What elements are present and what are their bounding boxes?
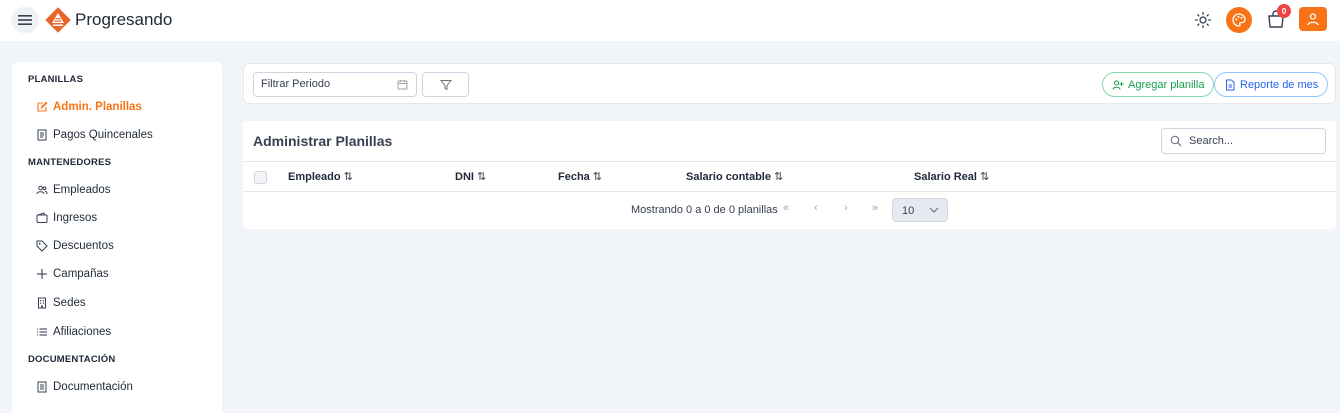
- brand-name: Progresando: [75, 10, 173, 29]
- building-icon: [38, 297, 46, 309]
- theme-toggle-icon[interactable]: [1194, 11, 1212, 29]
- sidebar-item-label: Descuentos: [53, 240, 114, 252]
- sidebar-item-empleados[interactable]: Empleados: [36, 184, 111, 196]
- column-header-fecha[interactable]: Fecha ⇅: [558, 170, 603, 184]
- hamburger-icon: [18, 15, 32, 25]
- sort-icon: ⇅: [592, 171, 603, 183]
- sort-icon: ⇅: [476, 171, 487, 183]
- sidebar-item-documentacion[interactable]: Documentación: [36, 381, 133, 393]
- filter-button[interactable]: [422, 72, 469, 97]
- column-label: Empleado: [288, 170, 341, 183]
- user-icon: [1307, 13, 1319, 26]
- file-report-icon: [1226, 79, 1235, 90]
- column-label: Salario Real: [914, 170, 977, 183]
- palette-button[interactable]: [1226, 7, 1252, 33]
- sidebar-item-sedes[interactable]: Sedes: [36, 297, 86, 309]
- add-planilla-label: Agregar planilla: [1128, 78, 1205, 91]
- user-menu-button[interactable]: [1299, 7, 1327, 31]
- sidebar-item-afiliaciones[interactable]: Afiliaciones: [36, 326, 111, 338]
- next-page-button[interactable]: ›: [844, 202, 848, 214]
- calendar-icon[interactable]: [397, 79, 408, 90]
- column-header-dni[interactable]: DNI ⇅: [455, 170, 487, 184]
- search-box[interactable]: [1161, 128, 1326, 154]
- sidebar-item-label: Admin. Planillas: [53, 101, 142, 113]
- pagination: Mostrando 0 a 0 de 0 planillas « ‹ › » 1…: [243, 198, 1336, 222]
- column-label: Fecha: [558, 170, 590, 183]
- edit-icon: [37, 101, 48, 112]
- last-page-button[interactable]: »: [872, 202, 878, 214]
- palette-icon: [1232, 13, 1246, 27]
- monthly-report-label: Reporte de mes: [1240, 78, 1319, 91]
- sidebar-item-label: Ingresos: [53, 212, 98, 224]
- sidebar: PLANILLAS Admin. Planillas Pagos Quincen…: [12, 62, 222, 413]
- receipt-icon: [37, 129, 47, 141]
- column-header-salario-real[interactable]: Salario Real ⇅: [914, 170, 990, 184]
- logo-icon: [45, 7, 71, 33]
- chevron-down-icon: [929, 207, 939, 213]
- sidebar-section-planillas: PLANILLAS: [28, 74, 84, 85]
- sidebar-item-label: Documentación: [53, 381, 133, 393]
- sidebar-section-mantenedores: MANTENEDORES: [28, 157, 112, 168]
- top-bar: Progresando 0: [0, 0, 1340, 41]
- sidebar-item-campanas[interactable]: Campañas: [36, 268, 109, 280]
- sidebar-item-ingresos[interactable]: Ingresos: [36, 212, 97, 224]
- column-label: Salario contable: [686, 170, 771, 183]
- period-filter[interactable]: [253, 72, 417, 97]
- add-planilla-button[interactable]: Agregar planilla: [1102, 72, 1215, 97]
- search-input[interactable]: [1189, 135, 1319, 147]
- first-page-button[interactable]: «: [783, 202, 789, 214]
- sidebar-section-documentacion: DOCUMENTACIÓN: [28, 354, 116, 365]
- plus-icon: [37, 269, 47, 279]
- cart-count-badge: 0: [1277, 4, 1291, 18]
- sidebar-item-label: Afiliaciones: [53, 326, 112, 338]
- filter-icon: [439, 79, 452, 90]
- menu-button[interactable]: [11, 7, 39, 33]
- rows-per-page-value: 10: [902, 205, 915, 217]
- search-icon: [1170, 135, 1182, 147]
- sidebar-item-label: Pagos Quincenales: [53, 129, 153, 141]
- user-plus-icon: [1112, 80, 1124, 90]
- list-icon: [37, 328, 47, 336]
- pagination-summary: Mostrando 0 a 0 de 0 planillas: [631, 204, 778, 216]
- column-header-salario-contable[interactable]: Salario contable ⇅: [686, 170, 784, 184]
- sort-icon: ⇅: [343, 171, 353, 183]
- column-header-empleado[interactable]: Empleado ⇅: [288, 170, 353, 184]
- filter-bar: Agregar planilla Reporte de mes: [243, 63, 1336, 104]
- sidebar-item-label: Empleados: [53, 184, 111, 196]
- period-input[interactable]: [261, 78, 391, 90]
- prev-page-button[interactable]: ‹: [814, 202, 818, 214]
- rows-per-page-select[interactable]: 10: [892, 198, 948, 222]
- wallet-icon: [36, 212, 48, 223]
- monthly-report-button[interactable]: Reporte de mes: [1214, 72, 1329, 97]
- sidebar-item-pagos-quincenales[interactable]: Pagos Quincenales: [36, 129, 153, 141]
- column-label: DNI: [455, 170, 474, 183]
- sidebar-item-label: Campañas: [53, 268, 109, 280]
- select-all-checkbox[interactable]: [254, 171, 267, 184]
- sidebar-item-label: Sedes: [53, 297, 86, 309]
- page-title: Administrar Planillas: [253, 133, 393, 149]
- document-icon: [37, 381, 47, 393]
- planillas-table-card: Administrar Planillas Empleado⇅ DNI⇅ Fec…: [243, 121, 1336, 229]
- sidebar-item-descuentos[interactable]: Descuentos: [36, 240, 114, 252]
- users-icon: [36, 185, 48, 195]
- sidebar-item-admin-planillas[interactable]: Admin. Planillas: [36, 101, 142, 113]
- sort-icon: ⇅: [979, 171, 990, 183]
- sort-icon: ⇅: [773, 171, 784, 183]
- tag-icon: [36, 240, 48, 252]
- table-header: Empleado ⇅ DNI ⇅ Fecha ⇅ Salario contable ⇅ …: [243, 161, 1336, 192]
